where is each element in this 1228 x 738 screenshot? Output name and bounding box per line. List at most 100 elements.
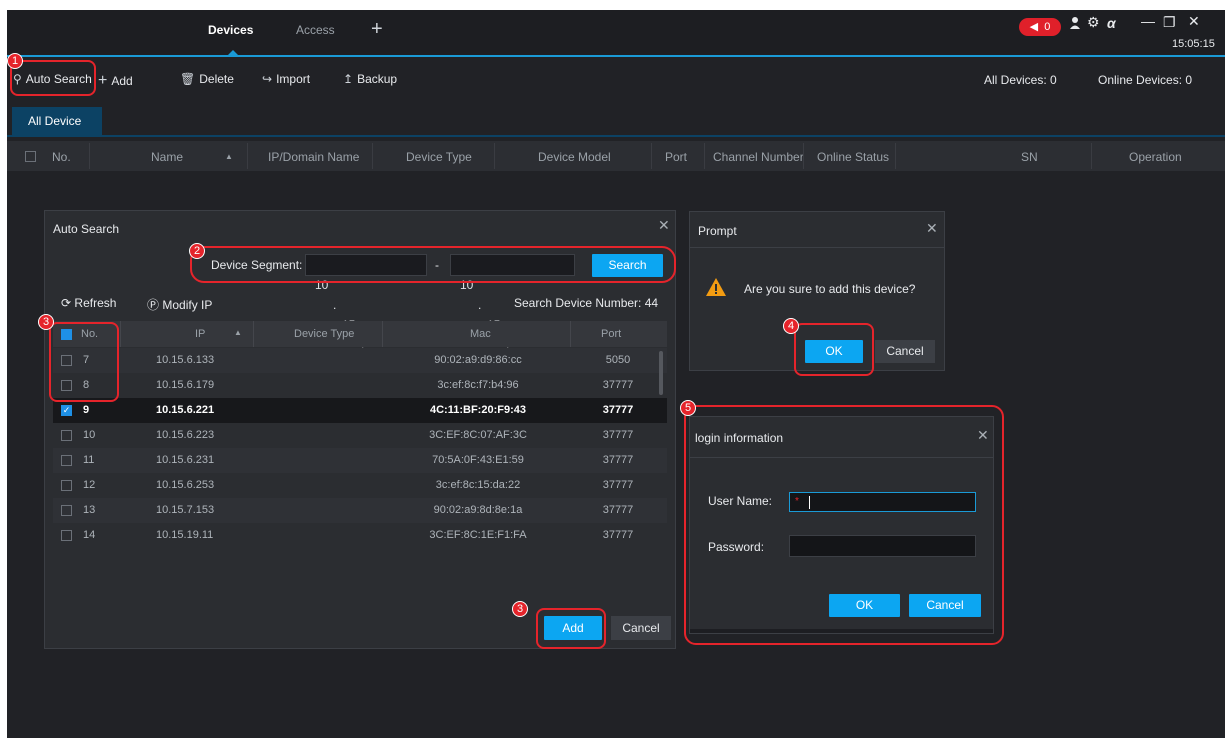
row-checkbox[interactable]: [61, 530, 72, 541]
row-ip: 10.15.6.223: [156, 429, 215, 441]
auto-search-title: Auto Search: [53, 222, 120, 236]
table-row[interactable]: 7 10.15.6.133 90:02:a9:d9:86:cc 5050: [53, 348, 667, 373]
col-device-type[interactable]: Device Type: [406, 150, 472, 164]
row-mac: 3C:EF:8C:1E:F1:FA: [429, 529, 527, 541]
table-row[interactable]: ✓ 9 10.15.6.221 4C:11:BF:20:F9:43 37777: [53, 398, 667, 423]
import-label: Import: [276, 72, 311, 86]
refresh-button[interactable]: ⟳ Refresh: [61, 296, 116, 310]
table-row[interactable]: 11 10.15.6.231 70:5A:0F:43:E1:59 37777: [53, 448, 667, 473]
col-ip[interactable]: IP: [195, 328, 205, 340]
col-separator: [1091, 143, 1092, 169]
title-bar-accent-line: [7, 55, 1225, 57]
sort-asc-icon[interactable]: ▲: [225, 152, 233, 161]
row-port: 37777: [602, 529, 634, 541]
annotation-number: 5: [680, 400, 696, 416]
user-icon[interactable]: [1069, 16, 1081, 33]
col-no[interactable]: No.: [52, 150, 71, 164]
annotation-box: [684, 405, 1004, 645]
row-mac: 3C:EF:8C:07:AF:3C: [429, 429, 527, 441]
gear-icon[interactable]: ⚙: [1087, 14, 1100, 31]
plus-icon: +: [98, 72, 108, 89]
cancel-button[interactable]: Cancel: [875, 340, 935, 363]
table-row[interactable]: 10 10.15.6.223 3C:EF:8C:07:AF:3C 37777: [53, 423, 667, 448]
col-port[interactable]: Port: [601, 328, 621, 340]
table-row[interactable]: 14 10.15.19.11 3C:EF:8C:1E:F1:FA 37777: [53, 523, 667, 548]
row-mac: 3c:ef:8c:15:da:22: [435, 479, 521, 491]
app-window: Devices Access + ◀ 0 ⚙ α — ❐ ✕ 15:05:15 …: [7, 10, 1225, 738]
add-button[interactable]: + Add: [98, 72, 133, 90]
row-no: 12: [83, 479, 96, 491]
cancel-button[interactable]: Cancel: [611, 616, 671, 640]
table-row[interactable]: 13 10.15.7.153 90:02:a9:8d:8e:1a 37777: [53, 498, 667, 523]
row-port: 5050: [605, 354, 631, 366]
row-checkbox[interactable]: [61, 480, 72, 491]
col-mac[interactable]: Mac: [470, 328, 491, 340]
col-device-type[interactable]: Device Type: [294, 328, 354, 340]
row-no: 13: [83, 504, 96, 516]
scrollbar-thumb[interactable]: [659, 351, 663, 395]
subtab-underline: [7, 135, 1225, 137]
annotation-number: 3: [38, 314, 54, 330]
divider: [690, 247, 944, 248]
col-separator: [803, 143, 804, 169]
backup-button[interactable]: ↥ Backup: [343, 72, 397, 86]
col-separator: [570, 321, 571, 347]
row-ip: 10.15.6.133: [156, 354, 215, 366]
row-checkbox[interactable]: [61, 430, 72, 441]
annotation-box: [536, 608, 606, 649]
annotation-box: [10, 60, 96, 96]
col-operation[interactable]: Operation: [1129, 150, 1182, 164]
col-ip-domain[interactable]: IP/Domain Name: [268, 150, 359, 164]
tab-access[interactable]: Access: [296, 23, 335, 37]
row-ip: 10.15.6.179: [156, 379, 215, 391]
row-mac: 3c:ef:8c:f7:b4:96: [437, 379, 519, 391]
table-row[interactable]: 8 10.15.6.179 3c:ef:8c:f7:b4:96 37777: [53, 373, 667, 398]
gauge-icon[interactable]: α: [1107, 15, 1116, 31]
import-button[interactable]: ↪ Import: [262, 72, 310, 86]
sort-asc-icon[interactable]: ▲: [234, 328, 242, 337]
row-mac: 90:02:a9:d9:86:cc: [434, 354, 522, 366]
tab-all-device[interactable]: All Device: [12, 107, 102, 135]
clock: 15:05:15: [1172, 38, 1215, 50]
minimize-icon[interactable]: —: [1141, 13, 1155, 29]
col-sn[interactable]: SN: [1021, 150, 1038, 164]
select-all-checkbox[interactable]: [25, 151, 36, 162]
close-icon[interactable]: ✕: [1188, 13, 1200, 30]
row-ip: 10.15.19.11: [156, 529, 214, 541]
col-channel-number[interactable]: Channel Number: [713, 150, 804, 164]
tab-devices[interactable]: Devices: [208, 23, 253, 37]
row-mac: 70:5A:0F:43:E1:59: [432, 454, 524, 466]
row-checkbox[interactable]: [61, 455, 72, 466]
col-name[interactable]: Name: [151, 150, 183, 164]
row-port: 37777: [602, 379, 634, 391]
col-separator: [247, 143, 248, 169]
backup-icon: ↥: [343, 72, 354, 86]
row-no: 14: [83, 529, 96, 541]
annotation-box: [49, 322, 119, 402]
row-checkbox[interactable]: ✓: [61, 405, 72, 416]
close-icon[interactable]: ✕: [658, 217, 670, 234]
col-port[interactable]: Port: [665, 150, 687, 164]
refresh-icon: ⟳: [61, 296, 72, 310]
annotation-box: [190, 246, 676, 283]
close-icon[interactable]: ✕: [926, 220, 938, 237]
table-row[interactable]: 12 10.15.6.253 3c:ef:8c:15:da:22 37777: [53, 473, 667, 498]
delete-button[interactable]: 🗑 Delete: [180, 72, 234, 86]
refresh-label: Refresh: [74, 296, 117, 310]
add-tab-button[interactable]: +: [371, 18, 383, 41]
row-port: 37777: [602, 404, 634, 416]
annotation-number: 4: [783, 318, 799, 334]
col-separator: [895, 143, 896, 169]
row-checkbox[interactable]: [61, 505, 72, 516]
row-port: 37777: [602, 429, 634, 441]
alarm-badge[interactable]: ◀ 0: [1019, 18, 1061, 36]
modify-ip-button[interactable]: Ⓟ Modify IP: [147, 296, 212, 313]
annotation-number: 1: [7, 53, 23, 69]
restore-icon[interactable]: ❐: [1163, 14, 1176, 31]
trash-icon: 🗑: [180, 72, 196, 86]
annotation-number: 3: [512, 601, 528, 617]
col-online-status[interactable]: Online Status: [817, 150, 889, 164]
row-ip: 10.15.6.253: [156, 479, 215, 491]
col-device-model[interactable]: Device Model: [538, 150, 611, 164]
col-separator: [704, 143, 705, 169]
